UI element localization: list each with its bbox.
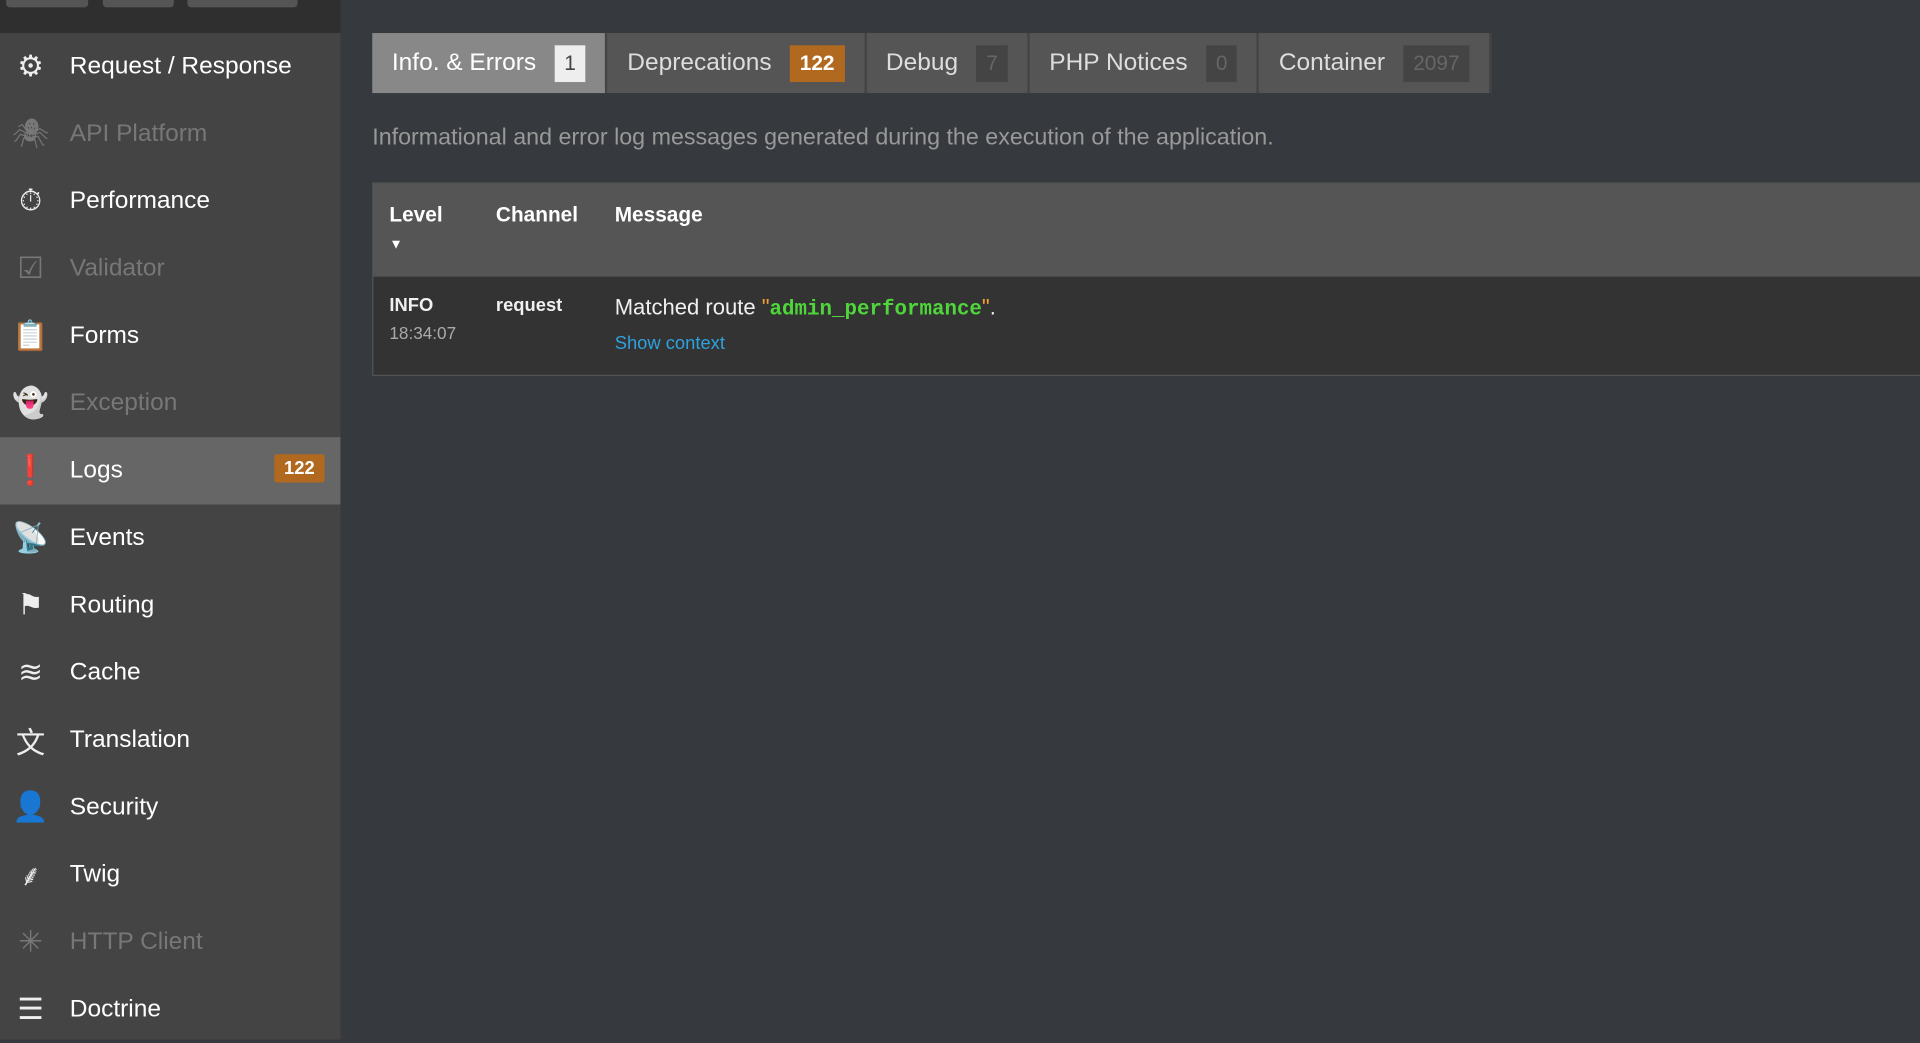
tab-deprecations[interactable]: Deprecations 122 (607, 33, 867, 94)
layers-icon: ≋ (18, 656, 43, 690)
table-header: Level ▼ Channel Message (373, 183, 1920, 277)
sidebar-item-events[interactable]: 📡 Events (0, 504, 340, 571)
tab-container[interactable]: Container 2097 (1259, 33, 1492, 94)
toolbar-button[interactable] (187, 0, 298, 8)
sidebar-item-label: Logs (69, 456, 123, 484)
signpost-icon: ⚑ (17, 588, 44, 623)
sidebar-top (0, 0, 341, 34)
tab-info-errors[interactable]: Info. & Errors 1 (372, 33, 608, 94)
sidebar-item-label: Doctrine (69, 995, 162, 1023)
antenna-icon: 📡 (12, 521, 49, 555)
tab-count: 0 (1206, 44, 1238, 82)
tab-label: Info. & Errors (391, 48, 537, 76)
sidebar-item-label: Exception (69, 389, 178, 417)
message-text: Matched route (614, 295, 762, 320)
translate-icon: 文 (15, 727, 46, 761)
gears-icon: ⚙ (17, 50, 44, 84)
sidebar-item-twig[interactable]: ⸙ Twig (0, 841, 340, 908)
show-context-link[interactable]: Show context (615, 333, 725, 354)
sort-desc-icon[interactable]: ▼ (389, 238, 402, 253)
sidebar-item-label: Twig (69, 860, 121, 888)
alert-book-icon: ❗ (12, 454, 49, 488)
log-channel: request (495, 295, 563, 316)
clipboard-icon: 📋 (12, 319, 49, 353)
sidebar-item-forms[interactable]: 📋 Forms (0, 302, 340, 369)
route-name: admin_performance (769, 298, 982, 323)
sidebar-item-label: HTTP Client (69, 928, 203, 956)
table-row: INFO 18:34:07 request Matched route "adm… (373, 276, 1920, 375)
toolbar-button[interactable] (102, 0, 174, 8)
profiler-page: ⚙ Request / Response 🕷 API Platform ⏱ Perform… (0, 0, 1920, 1040)
tab-label: Container (1278, 48, 1386, 76)
tab-label: Debug (885, 48, 959, 76)
sidebar-item-exception: 👻 Exception (0, 370, 340, 437)
sidebar: ⚙ Request / Response 🕷 API Platform ⏱ Perform… (0, 0, 341, 1043)
spider-icon: 🕷 (11, 117, 50, 151)
sidebar-item-validator: ☑ Validator (0, 235, 340, 302)
sidebar-item-translation[interactable]: 文 Translation (0, 707, 340, 774)
tab-debug[interactable]: Debug 7 (866, 33, 1030, 94)
database-icon: ☰ (17, 993, 44, 1027)
sidebar-item-routing[interactable]: ⚑ Routing (0, 572, 340, 639)
tab-description: Informational and error log messages gen… (372, 124, 1274, 151)
tab-count: 2097 (1403, 44, 1470, 82)
sidebar-item-http-client: ✳ HTTP Client (0, 909, 340, 976)
sidebar-item-cache[interactable]: ≋ Cache (0, 639, 340, 706)
column-message: Message (614, 203, 703, 227)
log-level: INFO (389, 295, 434, 316)
tab-count: 122 (789, 44, 845, 82)
tab-count: 7 (976, 44, 1008, 82)
network-icon: ✳ (18, 925, 43, 959)
message-suffix: . (989, 295, 996, 320)
tab-php-notices[interactable]: PHP Notices 0 (1029, 33, 1260, 94)
column-channel: Channel (495, 203, 579, 227)
ghost-icon: 👻 (12, 386, 49, 421)
tab-count: 1 (554, 44, 586, 82)
sidebar-item-label: Routing (69, 591, 155, 619)
sidebar-item-label: Performance (69, 187, 211, 215)
user-icon: 👤 (12, 791, 49, 825)
stopwatch-icon: ⏱ (19, 184, 43, 218)
log-table: Level ▼ Channel Message INFO 18:34:07 re… (372, 182, 1920, 376)
sidebar-item-label: Security (69, 793, 159, 821)
sidebar-item-label: Forms (69, 322, 140, 349)
sidebar-item-logs[interactable]: ❗ Logs 122 (0, 437, 341, 505)
tab-label: Deprecations (627, 48, 772, 76)
checkbox-icon: ☑ (17, 252, 44, 286)
sidebar-item-label: Events (69, 524, 145, 552)
sidebar-item-doctrine[interactable]: ☰ Doctrine (0, 976, 340, 1043)
sidebar-item-security[interactable]: 👤 Security (0, 774, 340, 841)
log-message: Matched route "admin_performance". (614, 295, 996, 323)
log-tabs: Info. & Errors 1 Deprecations 122 Debug 7 PHP … (372, 33, 1492, 94)
log-time: 18:34:07 (389, 323, 457, 343)
sidebar-item-label: Translation (69, 726, 191, 754)
sidebar-item-performance[interactable]: ⏱ Performance (0, 168, 340, 235)
twig-icon: ⸙ (19, 859, 42, 893)
tab-label: PHP Notices (1049, 48, 1188, 76)
count-badge: 122 (274, 454, 325, 483)
column-level[interactable]: Level (389, 203, 442, 227)
toolbar-button[interactable] (6, 0, 89, 8)
sidebar-item-label: Request / Response (69, 52, 292, 80)
sidebar-item-label: Cache (69, 658, 141, 686)
sidebar-item-request-response[interactable]: ⚙ Request / Response (0, 33, 340, 100)
sidebar-item-label: API Platform (69, 120, 208, 147)
sidebar-item-api-platform: 🕷 API Platform (0, 100, 340, 167)
sidebar-item-label: Validator (69, 254, 165, 282)
